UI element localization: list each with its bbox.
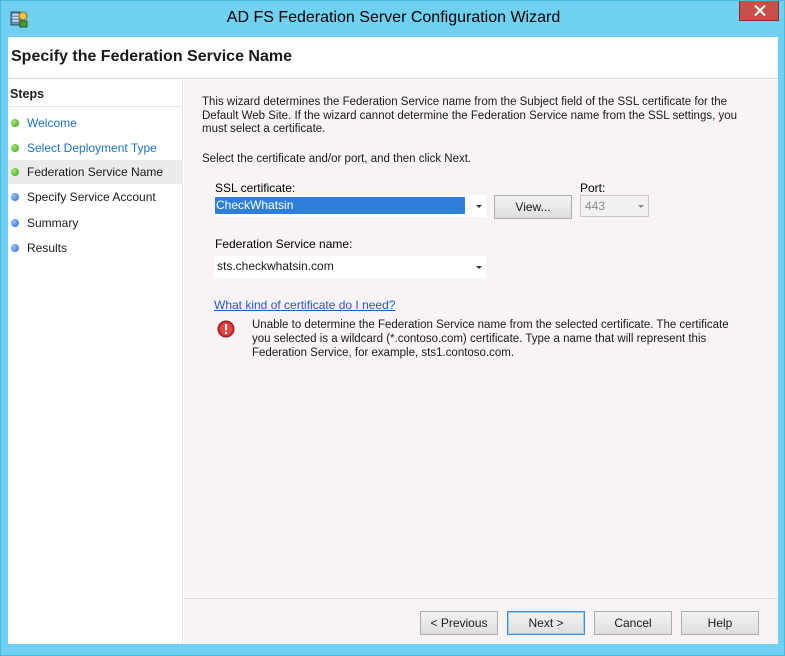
step-complete-icon xyxy=(11,144,19,152)
step-label: Select Deployment Type xyxy=(27,141,157,155)
step-specify-service-account: Specify Service Account xyxy=(8,185,183,209)
steps-heading: Steps xyxy=(10,87,45,101)
step-pending-icon xyxy=(11,244,19,252)
step-label: Specify Service Account xyxy=(27,190,156,204)
ssl-certificate-label: SSL certificate: xyxy=(215,181,296,195)
step-welcome[interactable]: Welcome xyxy=(8,111,183,135)
step-select-deployment-type[interactable]: Select Deployment Type xyxy=(8,136,183,160)
previous-button[interactable]: < Previous xyxy=(420,611,498,635)
chevron-down-icon[interactable] xyxy=(470,195,486,217)
steps-sidebar: Steps Welcome Select Deployment Type Fed… xyxy=(8,80,183,644)
step-label: Welcome xyxy=(27,116,77,130)
federation-service-name-dropdown[interactable]: sts.checkwhatsin.com xyxy=(214,256,486,278)
title-bar[interactable]: AD FS Federation Server Configuration Wi… xyxy=(1,1,785,37)
step-label: Summary xyxy=(27,216,79,230)
instruction-text: Select the certificate and/or port, and … xyxy=(202,153,472,165)
page-title: Specify the Federation Service Name xyxy=(11,48,292,65)
page-header: Specify the Federation Service Name xyxy=(8,37,778,79)
step-federation-service-name: Federation Service Name xyxy=(8,160,183,184)
step-results: Results xyxy=(8,236,183,260)
step-pending-icon xyxy=(11,219,19,227)
next-button[interactable]: Next > xyxy=(507,611,585,635)
certificate-help-link[interactable]: What kind of certificate do I need? xyxy=(214,298,395,312)
step-current-icon xyxy=(11,168,19,176)
port-value: 443 xyxy=(585,199,606,213)
step-pending-icon xyxy=(11,193,19,201)
step-complete-icon xyxy=(11,119,19,127)
ssl-certificate-value: CheckWhatsin xyxy=(215,197,465,214)
help-button[interactable]: Help xyxy=(681,611,759,635)
intro-text: This wizard determines the Federation Se… xyxy=(202,96,738,135)
view-certificate-button[interactable]: View... xyxy=(494,195,572,219)
step-label: Results xyxy=(27,241,68,255)
close-button[interactable] xyxy=(739,1,779,21)
wizard-client-area: Specify the Federation Service Name Step… xyxy=(8,37,778,644)
main-content: This wizard determines the Federation Se… xyxy=(184,80,778,598)
federation-service-name-label: Federation Service name: xyxy=(215,237,353,251)
error-icon xyxy=(217,320,235,338)
error-message: Unable to determine the Federation Servi… xyxy=(252,319,729,359)
chevron-down-icon[interactable] xyxy=(470,256,486,278)
window-title: AD FS Federation Server Configuration Wi… xyxy=(226,9,561,26)
ssl-certificate-dropdown[interactable]: CheckWhatsin xyxy=(214,195,486,217)
wizard-footer: < Previous Next > Cancel Help xyxy=(184,598,778,644)
federation-service-name-value[interactable]: sts.checkwhatsin.com xyxy=(217,259,334,273)
steps-divider xyxy=(8,106,183,107)
chevron-down-icon xyxy=(632,196,648,216)
step-summary: Summary xyxy=(8,211,183,235)
port-dropdown: 443 xyxy=(580,195,649,217)
close-icon xyxy=(754,5,766,16)
wizard-window: AD FS Federation Server Configuration Wi… xyxy=(0,0,785,656)
port-label: Port: xyxy=(580,181,606,195)
step-label: Federation Service Name xyxy=(27,165,164,179)
cancel-button[interactable]: Cancel xyxy=(594,611,672,635)
